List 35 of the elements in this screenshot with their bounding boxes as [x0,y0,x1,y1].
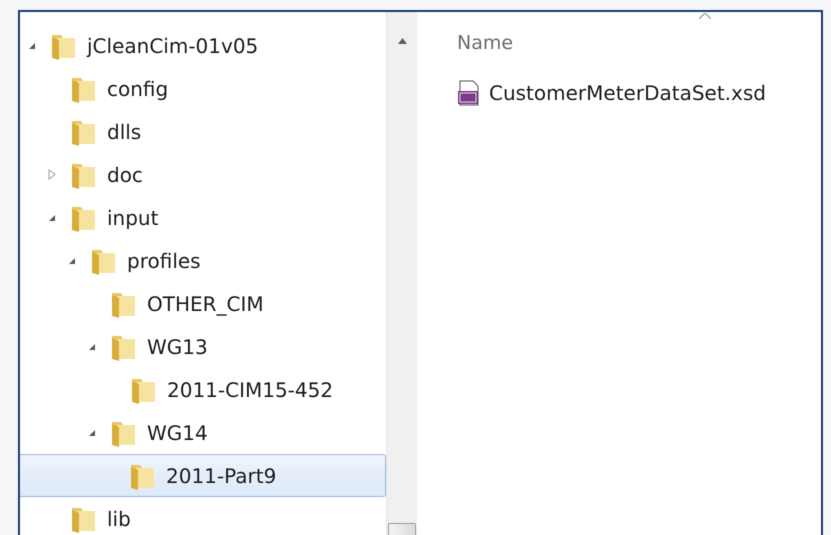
scroll-up-icon[interactable] [398,38,407,44]
folder-name: config [107,76,168,100]
folder-name: dlls [107,120,142,144]
tree-item[interactable]: WG14 [20,411,386,454]
column-header[interactable]: Name [457,32,514,62]
folder-name: 2011-Part9 [166,464,276,488]
vertical-scrollbar[interactable] [386,12,417,535]
folder-name: lib [107,506,131,530]
selected-tree-item[interactable]: 2011-Part9 [20,454,386,497]
file-item[interactable]: CustomerMeterDataSet.xsd [457,80,821,106]
folder-name: input [107,206,158,230]
expanded-arrow-icon[interactable] [68,256,76,264]
folder-name: doc [107,162,143,186]
expanded-arrow-icon[interactable] [28,42,36,50]
expanded-arrow-icon[interactable] [88,428,96,436]
folder-name: jCleanCim-01v05 [87,34,258,58]
tree-item[interactable]: dlls [20,110,386,153]
tree-item[interactable]: 2011-CIM15-452 [20,368,386,411]
tree-item[interactable]: doc [20,153,386,196]
tree-item[interactable]: input [20,196,386,239]
folder-name: OTHER_CIM [147,292,264,316]
tree-item[interactable]: lib [20,497,386,535]
tree-item[interactable]: jCleanCim-01v05 [20,24,386,67]
folder-name: WG14 [147,420,208,444]
tree-item[interactable]: WG13 [20,325,386,368]
collapsed-arrow-icon[interactable] [48,169,56,180]
folder-name: 2011-CIM15-452 [167,378,334,402]
tree-item[interactable]: profiles [20,239,386,282]
expanded-arrow-icon[interactable] [88,342,96,350]
folder-name: WG13 [147,334,208,358]
tree-item[interactable]: config [20,67,386,110]
expanded-arrow-icon[interactable] [48,214,56,222]
tree-item[interactable]: OTHER_CIM [20,282,386,325]
xsd-file-icon [457,80,481,106]
folder-name: profiles [127,248,201,272]
